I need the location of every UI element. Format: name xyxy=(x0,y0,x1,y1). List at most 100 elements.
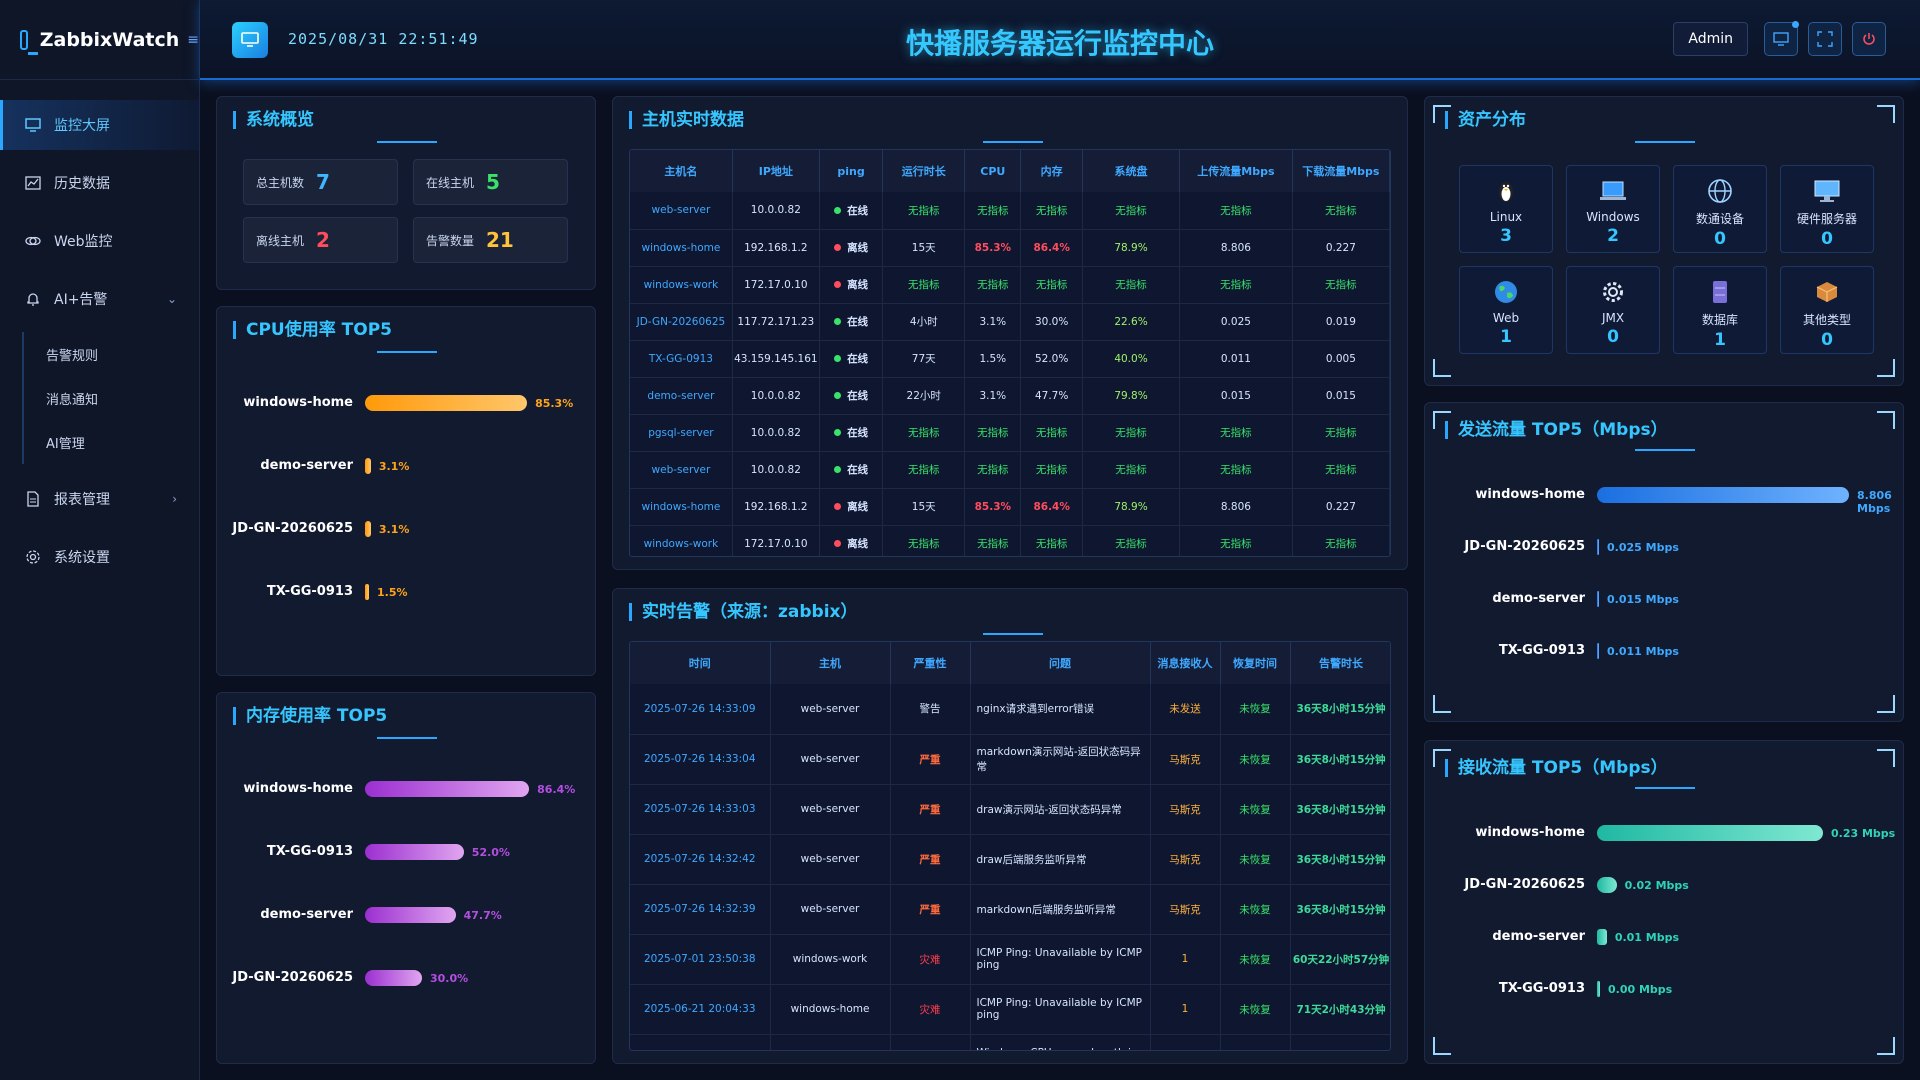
column-header[interactable]: ping xyxy=(819,150,884,192)
sidebar-item-settings[interactable]: 系统设置 xyxy=(0,532,199,582)
table-row[interactable]: 2025-07-26 14:33:09 web-server 警告 nginx请求遇到… xyxy=(630,684,1390,735)
cpu-cell: 无指标 xyxy=(964,266,1022,304)
uptime-cell: 无指标 xyxy=(882,192,966,230)
table-row[interactable]: pgsql-server 10.0.0.82 在线 无指标 无指标 无指标 无指标 无指标 无指… xyxy=(630,414,1390,452)
online-dot-icon xyxy=(834,429,842,436)
column-header[interactable]: 上传流量Mbps xyxy=(1179,150,1293,192)
bar-category-label: TX-GG-0913 xyxy=(1498,981,1585,996)
alerts-table-wrap[interactable]: 时间 主机 严重性 问题 消息接收人 恢复时间 告警时长 2025-07-26 … xyxy=(629,641,1391,1051)
asset-count: 2 xyxy=(1607,226,1619,246)
mem-cell: 无指标 xyxy=(1020,192,1083,230)
table-row[interactable]: 2025-06-21 20:04:33 windows-home 灾难 ICMP Pi… xyxy=(630,984,1390,1035)
screen-toggle-button[interactable] xyxy=(1764,21,1799,56)
column-header[interactable]: 运行时长 xyxy=(882,150,966,192)
alerts-table: 时间 主机 严重性 问题 消息接收人 恢复时间 告警时长 2025-07-26 … xyxy=(630,642,1390,1050)
ping-status-cell: 离线 xyxy=(819,266,884,304)
alerts-panel: 实时告警（来源：zabbix） 时间 主机 严重性 问题 消息接收人 恢复时间 … xyxy=(612,588,1408,1064)
table-row[interactable]: windows-home 192.168.1.2 离线 15天 85.3% 86.4% 78… xyxy=(630,488,1390,526)
table-row[interactable]: windows-home 192.168.1.2 离线 15天 85.3% 86.4% 78… xyxy=(630,229,1390,267)
asset-card[interactable]: JMX 0 xyxy=(1566,266,1660,354)
column-header[interactable]: 告警时长 xyxy=(1290,642,1390,684)
user-button[interactable]: Admin xyxy=(1673,22,1748,56)
stat-value: 7 xyxy=(316,170,330,194)
bar-category-label: windows-home xyxy=(243,781,353,796)
column-header[interactable]: 主机名 xyxy=(630,150,733,192)
duration-cell: 71天2小时43分钟 xyxy=(1290,984,1390,1035)
sidebar-subitem-alert-rules[interactable]: 告警规则 xyxy=(24,332,199,376)
table-row[interactable]: web-server 10.0.0.82 在线 无指标 无指标 无指标 无指标 无指标 无指标 xyxy=(630,192,1390,230)
table-row[interactable]: windows-work 172.17.0.10 离线 无指标 无指标 无指标 无指标 无指标… xyxy=(630,525,1390,556)
table-row[interactable]: 2025-07-26 14:33:03 web-server 严重 draw演示网站-… xyxy=(630,784,1390,835)
fullscreen-button[interactable] xyxy=(1808,22,1842,56)
bar xyxy=(1597,539,1599,555)
status-badge: 在线 xyxy=(834,203,868,218)
column-header[interactable]: 严重性 xyxy=(890,642,971,684)
column-header[interactable]: CPU xyxy=(964,150,1022,192)
column-header[interactable]: 恢复时间 xyxy=(1220,642,1291,684)
power-button[interactable] xyxy=(1852,22,1886,56)
column-header[interactable]: 下载流量Mbps xyxy=(1292,150,1390,192)
table-row[interactable]: web-server 10.0.0.82 在线 无指标 无指标 无指标 无指标 无指标 无指标 xyxy=(630,451,1390,489)
cpu-cell: 1.5% xyxy=(964,340,1022,378)
corner-decoration xyxy=(1877,105,1895,123)
status-text: 在线 xyxy=(847,390,869,402)
table-row[interactable]: 2025-07-26 14:33:04 web-server 严重 markdown演… xyxy=(630,734,1390,785)
asset-count: 0 xyxy=(1821,229,1833,249)
bar xyxy=(1597,487,1849,503)
table-row[interactable]: JD-GN-20260625 117.72.171.23 在线 4小时 3.1% 30.0… xyxy=(630,303,1390,341)
table-row[interactable]: windows-work 172.17.0.10 离线 无指标 无指标 无指标 无指标 无指标… xyxy=(630,266,1390,304)
disk-cell: 无指标 xyxy=(1082,414,1181,452)
uptime-cell: 22小时 xyxy=(882,377,966,415)
table-row[interactable]: TX-GG-0913 43.159.145.161 在线 77天 1.5% 52.0% 40… xyxy=(630,340,1390,378)
asset-card[interactable]: Linux 3 xyxy=(1459,165,1553,253)
hosts-table-wrap[interactable]: 主机名 IP地址 ping 运行时长 CPU 内存 系统盘 上传流量Mbps 下… xyxy=(629,149,1391,557)
sidebar-item-reports[interactable]: 报表管理 › xyxy=(0,474,199,524)
severity-cell: 严重 xyxy=(890,884,971,935)
sidebar-item-ai-alert[interactable]: AI+告警 ⌄ xyxy=(0,274,199,324)
ping-status-cell: 离线 xyxy=(819,488,884,526)
column-header[interactable]: IP地址 xyxy=(732,150,820,192)
issue-cell: draw后端服务监听异常 xyxy=(970,834,1151,885)
table-row[interactable]: 2025-07-01 23:50:38 windows-work 灾难 ICMP Pi… xyxy=(630,934,1390,985)
online-dot-icon xyxy=(834,466,842,473)
asset-card[interactable]: 硬件服务器 0 xyxy=(1780,165,1874,253)
asset-card[interactable]: 数据库 1 xyxy=(1673,266,1767,354)
column-header[interactable]: 主机 xyxy=(770,642,891,684)
table-row[interactable]: 2025-07-26 14:32:39 web-server 严重 markdown后… xyxy=(630,884,1390,935)
table-row[interactable]: 2025-07-26 14:32:42 web-server 严重 draw后端服务监… xyxy=(630,834,1390,885)
bar-row: JD-GN-20260625 0.025 Mbps xyxy=(1425,537,1903,557)
table-row[interactable]: demo-server 10.0.0.82 在线 22小时 3.1% 47.7% 79.8%… xyxy=(630,377,1390,415)
alert-time-cell: 2025-07-26 14:32:42 xyxy=(630,834,771,885)
menu-toggle-icon[interactable]: ≡ xyxy=(187,32,199,48)
asset-name: 硬件服务器 xyxy=(1796,212,1857,226)
sidebar-item-history[interactable]: 历史数据 xyxy=(0,158,199,208)
upload-cell: 0.015 xyxy=(1179,377,1293,415)
bar-category-label: windows-home xyxy=(1475,487,1585,502)
column-header[interactable]: 内存 xyxy=(1020,150,1083,192)
gear-icon xyxy=(1567,277,1659,307)
sidebar-item-web-monitor[interactable]: Web监控 xyxy=(0,216,199,266)
asset-card[interactable]: Web 1 xyxy=(1459,266,1553,354)
column-header[interactable]: 问题 xyxy=(970,642,1151,684)
column-header[interactable]: 时间 xyxy=(630,642,771,684)
sidebar-item-dashboard[interactable]: 监控大屏 xyxy=(0,100,199,150)
disk-cell: 40.0% xyxy=(1082,340,1181,378)
ping-status-cell: 离线 xyxy=(819,525,884,556)
stat-offline-hosts: 离线主机 2 xyxy=(243,217,398,263)
status-badge: 在线 xyxy=(834,351,868,366)
column-header[interactable]: 消息接收人 xyxy=(1150,642,1221,684)
asset-card[interactable]: 数通设备 0 xyxy=(1673,165,1767,253)
asset-card[interactable]: 其他类型 0 xyxy=(1780,266,1874,354)
asset-card[interactable]: Windows 2 xyxy=(1566,165,1660,253)
column-header[interactable]: 系统盘 xyxy=(1082,150,1181,192)
table-row[interactable]: 2025-08-31 22:47:55windows-home一般Windows… xyxy=(630,1034,1390,1050)
ip-cell: 43.159.145.161 xyxy=(732,340,820,378)
alert-time-cell: 2025-07-26 14:33:04 xyxy=(630,734,771,785)
status-text: 离线 xyxy=(847,501,869,513)
cpu-cell: 3.1% xyxy=(964,377,1022,415)
severity-cell: 严重 xyxy=(890,784,971,835)
upload-cell: 8.806 xyxy=(1179,488,1293,526)
monitor-icon xyxy=(24,117,42,133)
bar-row: TX-GG-0913 0.00 Mbps xyxy=(1425,979,1903,999)
bar-row: demo-server 0.01 Mbps xyxy=(1425,927,1903,947)
